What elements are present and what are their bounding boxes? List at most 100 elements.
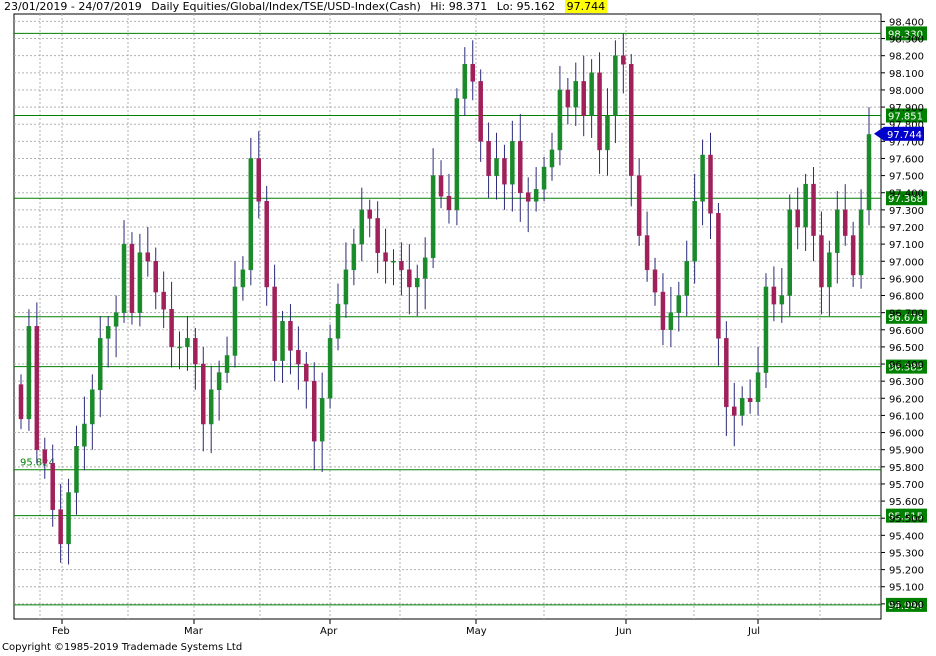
candle-body (121, 243, 127, 313)
last-price-marker: 97.744 (874, 126, 924, 141)
candle-body (26, 326, 32, 420)
candle (803, 173, 808, 251)
candle (26, 309, 32, 431)
candle-body (415, 278, 420, 288)
candle (145, 226, 151, 277)
y-tick-label: 95.500 (889, 514, 924, 525)
candle-body (533, 189, 539, 202)
candle-body (311, 380, 317, 442)
y-tick-label: 97.400 (889, 189, 924, 200)
candle-body (327, 338, 333, 399)
last-price-arrow (874, 126, 884, 141)
candle-body (161, 291, 166, 310)
candle (407, 244, 412, 315)
candle-body (494, 158, 499, 176)
candle-body (193, 338, 198, 365)
candle (525, 177, 531, 233)
candle (327, 324, 333, 409)
y-tick-label: 96.700 (889, 309, 924, 320)
candle-body (343, 269, 349, 305)
candle (652, 257, 658, 306)
candle (589, 59, 594, 138)
candle (137, 233, 143, 327)
candle-body (779, 295, 785, 305)
candle (82, 396, 87, 471)
candle-body (391, 261, 396, 263)
candle (66, 478, 71, 565)
candle-body (304, 363, 309, 382)
candle-body (510, 141, 515, 185)
y-tick-label: 95.900 (889, 446, 924, 457)
candle (153, 247, 158, 310)
candle (621, 33, 626, 94)
price-chart[interactable]: 98.33097.85197.36896.67696.38595.51594.9… (0, 0, 936, 656)
candle-body (438, 175, 444, 197)
candle-body (280, 320, 285, 361)
x-tick-label-may: May (466, 626, 487, 637)
candle-body (105, 326, 111, 339)
candle (375, 201, 380, 274)
candle-body (732, 406, 737, 416)
candle-body (613, 55, 618, 116)
candle-body (98, 338, 103, 390)
candle-body (359, 209, 365, 245)
level-label-inline: 95.824 (20, 458, 55, 469)
candle-body (454, 98, 460, 211)
candle (636, 158, 642, 246)
candle-body (858, 209, 864, 276)
y-tick-label: 96.100 (889, 411, 924, 422)
candle (34, 302, 40, 464)
candle (842, 184, 848, 246)
candle (628, 53, 634, 207)
candle-body (264, 201, 269, 288)
candle (415, 264, 420, 317)
candle (216, 360, 222, 421)
candle (533, 167, 539, 212)
candle (549, 132, 555, 181)
candle (716, 203, 721, 366)
candle (446, 173, 452, 224)
candle-body (34, 326, 40, 450)
candle-body (676, 295, 682, 313)
candle (98, 316, 103, 418)
candle-body (605, 115, 610, 151)
candle (462, 47, 468, 116)
y-tick-label: 95.800 (889, 463, 924, 474)
candle (573, 62, 579, 126)
candle-body (113, 312, 119, 327)
y-tick-label: 97.300 (889, 206, 924, 217)
candle-body (842, 209, 848, 236)
candle (494, 132, 499, 200)
candle (835, 191, 840, 284)
candle (858, 189, 864, 289)
candle-body (478, 81, 483, 142)
candle-body (145, 252, 151, 262)
candle-body (137, 252, 143, 313)
candle-body (153, 261, 158, 293)
candle-body (288, 320, 293, 351)
candle-body (684, 261, 689, 296)
candle-body (866, 134, 872, 211)
candle (224, 336, 230, 383)
candle-body (518, 141, 523, 193)
candle-body (232, 286, 238, 356)
candle-body (446, 195, 452, 211)
candle (105, 316, 111, 368)
candle (541, 156, 547, 202)
candle (660, 273, 666, 346)
y-tick-label: 95.100 (889, 583, 924, 594)
candle (248, 137, 254, 286)
candle-body (628, 64, 634, 176)
candle (185, 316, 190, 371)
candle (256, 131, 262, 219)
candle (335, 283, 341, 351)
y-tick-label: 97.100 (889, 240, 924, 251)
candle (478, 69, 483, 162)
candle (739, 386, 745, 426)
candle-body (502, 158, 507, 185)
candle-body (375, 218, 380, 253)
candle (470, 40, 475, 101)
candle (557, 65, 563, 166)
y-tick-label: 97.500 (889, 172, 924, 183)
y-tick-label: 95.700 (889, 480, 924, 491)
